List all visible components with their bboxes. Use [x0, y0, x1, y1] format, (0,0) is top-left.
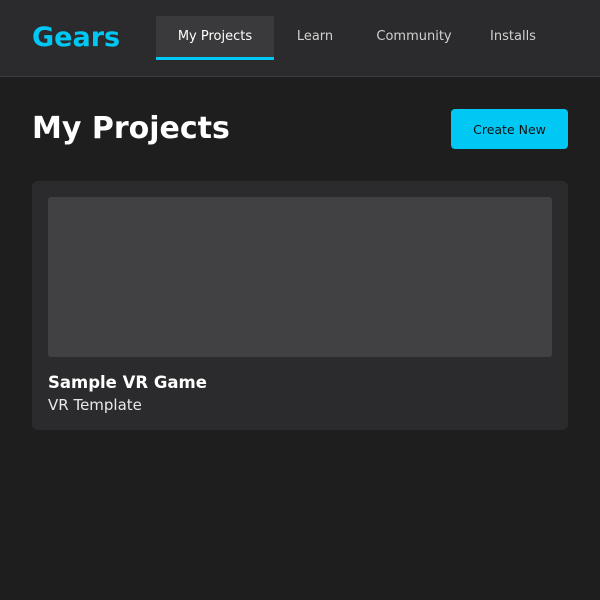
project-name: Sample VR Game: [48, 373, 207, 392]
page-title: My Projects: [32, 111, 230, 146]
create-new-button[interactable]: Create New: [451, 109, 568, 149]
top-header: Gears My Projects Learn Community Instal…: [0, 0, 600, 77]
app-window: Gears My Projects Learn Community Instal…: [0, 0, 600, 600]
nav-tab-community[interactable]: Community: [356, 16, 472, 60]
main-nav: My Projects Learn Community Installs: [156, 16, 554, 60]
logo[interactable]: Gears: [32, 19, 120, 57]
nav-tab-my-projects[interactable]: My Projects: [156, 16, 274, 60]
nav-tab-learn[interactable]: Learn: [274, 16, 356, 60]
nav-tab-installs[interactable]: Installs: [472, 16, 554, 60]
project-template-label: VR Template: [48, 396, 142, 414]
project-card[interactable]: Sample VR Game VR Template: [32, 181, 568, 430]
project-thumbnail: [48, 197, 552, 357]
